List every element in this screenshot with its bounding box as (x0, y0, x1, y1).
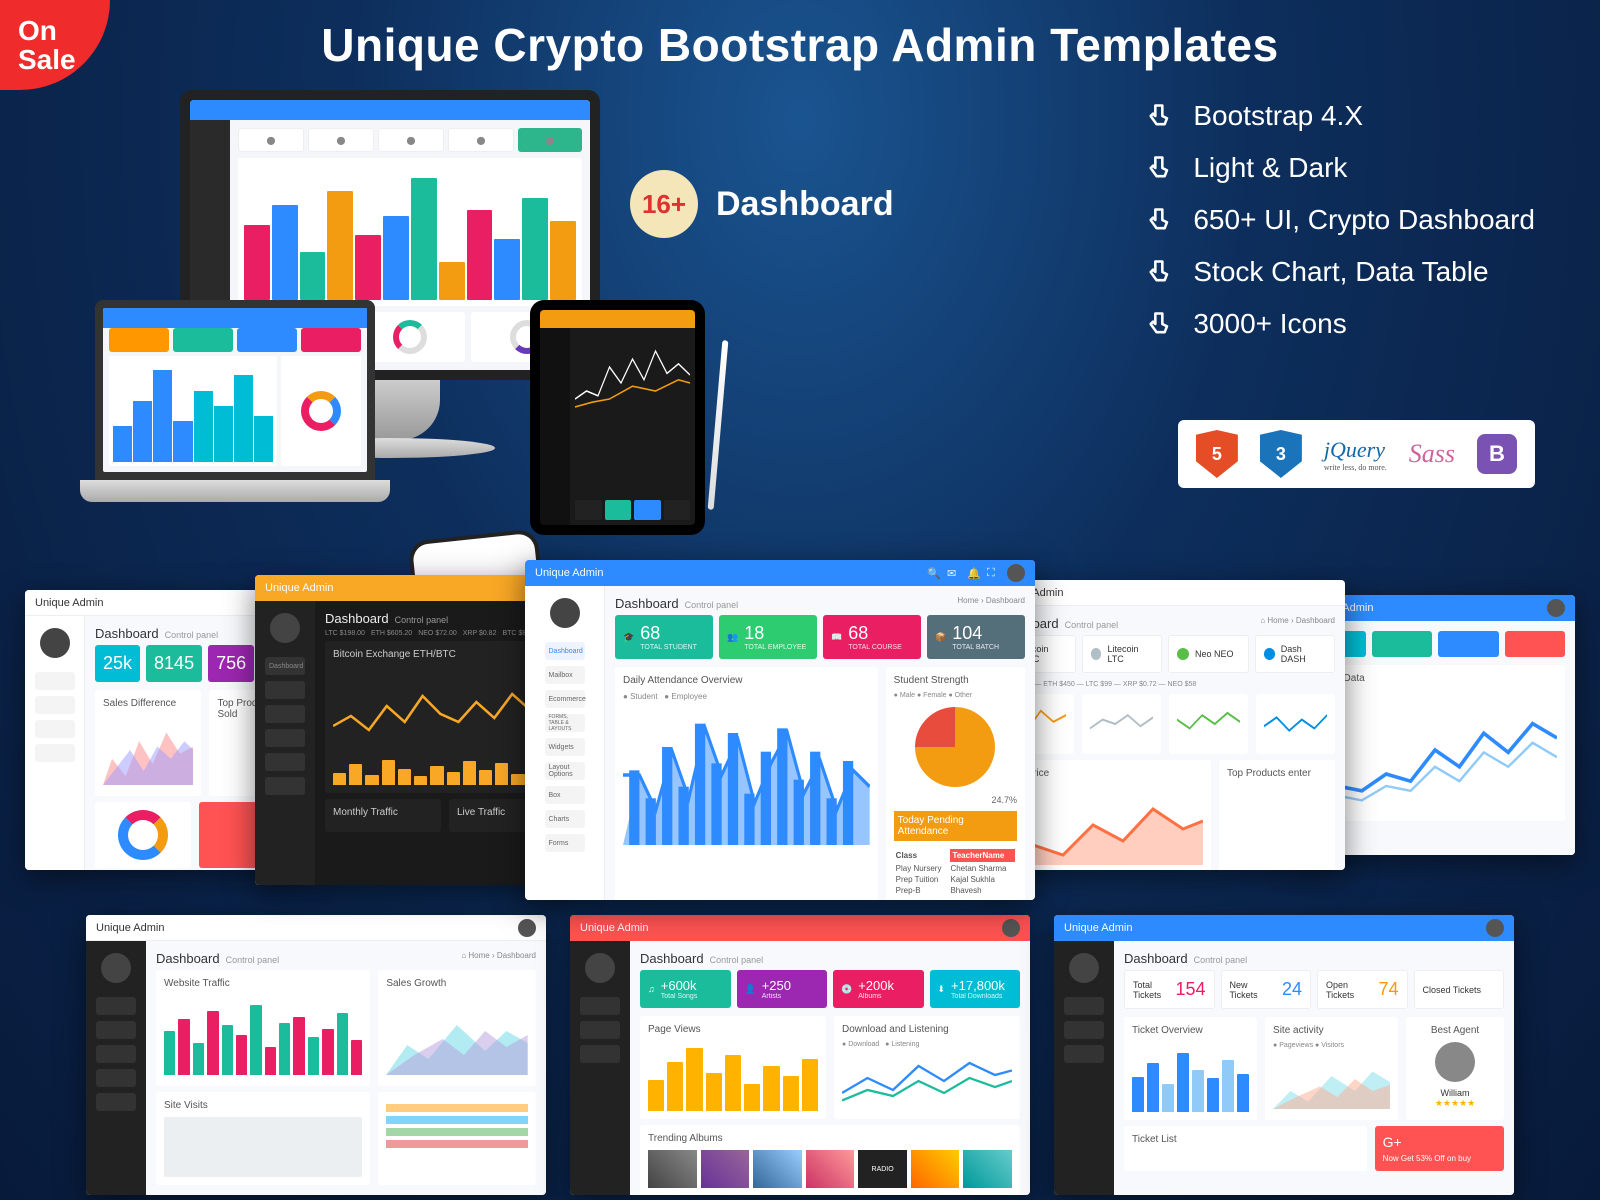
panel-title: Site Visits (164, 1100, 362, 1111)
device-showcase: ⬤⬤⬤⬤⬤ (80, 90, 680, 520)
jquery-logo-tagline: write less, do more. (1324, 463, 1387, 472)
page-title: Unique Crypto Bootstrap Admin Templates (0, 18, 1600, 72)
tech-logos: 5 3 jQuery write less, do more. Sass B (1178, 420, 1535, 488)
feature-text: 3000+ Icons (1193, 308, 1346, 340)
feature-list: Bootstrap 4.X Light & Dark 650+ UI, Cryp… (1145, 100, 1535, 340)
feature-item: Stock Chart, Data Table (1145, 256, 1535, 288)
fullscreen-icon: ⛶ (987, 567, 999, 579)
dashboard-count-label: Dashboard (716, 185, 894, 224)
jquery-logo: jQuery write less, do more. (1324, 437, 1387, 472)
pointer-icon (1145, 153, 1175, 183)
thumb-heading: Dashboard (95, 626, 159, 641)
panel-title: Sales Growth (386, 978, 528, 989)
feature-text: Light & Dark (1193, 152, 1347, 184)
html5-logo: 5 (1196, 430, 1238, 478)
bell-icon: 🔔 (967, 567, 979, 579)
agent-name: William (1414, 1088, 1496, 1098)
mail-icon: ✉ (947, 567, 959, 579)
avatar (1002, 919, 1020, 937)
sidebar-item: Widgets (545, 738, 585, 756)
feature-text: Bootstrap 4.X (1193, 100, 1363, 132)
feature-text: Stock Chart, Data Table (1193, 256, 1488, 288)
thumb-brand: Unique Admin (35, 597, 104, 609)
promo-text: Now Get 53% Off on buy (1383, 1154, 1496, 1163)
pie-value: 24.7% (894, 795, 1017, 805)
sidebar-item: Charts (545, 810, 585, 828)
thumb-music-dashboard: Unique Admin DashboardControl panel ♫+60… (570, 915, 1030, 1195)
sidebar-section: FORMS, TABLE & LAYOUTS (545, 714, 585, 732)
panel-title: Bitcoin Exchange ETH/BTC (333, 649, 557, 660)
panel-title: Daily Attendance Overview (623, 675, 870, 686)
panel-title: Website Traffic (164, 978, 362, 989)
sidebar-item: Mailbox (545, 666, 585, 684)
feature-item: 3000+ Icons (1145, 308, 1535, 340)
crypto-ticker: BTC $6,879 — ETH $450 — LTC $99 — XRP $0… (995, 681, 1335, 688)
avatar (1547, 599, 1565, 617)
thumbnail-row-2: Unique Admin DashboardControl panel ⌂ Ho… (0, 915, 1600, 1195)
sass-logo: Sass (1409, 439, 1455, 469)
panel-title: Ticket List (1132, 1134, 1359, 1145)
bootstrap-logo: B (1477, 434, 1517, 474)
avatar (1007, 564, 1025, 582)
pointer-icon (1145, 101, 1175, 131)
avatar (1486, 919, 1504, 937)
onsale-line1: On (18, 16, 57, 45)
thumb-brand: Unique Admin (265, 582, 334, 594)
search-icon: 🔍 (927, 567, 939, 579)
feature-text: 650+ UI, Crypto Dashboard (1193, 204, 1535, 236)
thumb-brand: Unique Admin (535, 567, 604, 579)
onsale-line2: Sale (18, 45, 76, 74)
thumbnail-row-1: Unique Admin DashboardControl panel 25k … (0, 560, 1600, 900)
tablet (530, 300, 705, 535)
feature-item: Light & Dark (1145, 152, 1535, 184)
sidebar-item: Ecommerce (545, 690, 585, 708)
panel-title: Ticket Overview (1132, 1025, 1249, 1036)
avatar (518, 919, 536, 937)
laptop (95, 300, 375, 480)
pointer-icon (1145, 257, 1175, 287)
thumb-school-dashboard: Unique Admin 🔍 ✉ 🔔 ⛶ Dashboard Mailbox E… (525, 560, 1035, 900)
thumb-tickets: Unique Admin DashboardControl panel Tota… (1054, 915, 1514, 1195)
onsale-badge: On Sale (0, 0, 110, 90)
feature-item: 650+ UI, Crypto Dashboard (1145, 204, 1535, 236)
sidebar-item: Layout Options (545, 762, 585, 780)
panel-title: Morris Data (1313, 673, 1557, 684)
css3-logo: 3 (1260, 430, 1302, 478)
jquery-logo-text: jQuery (1324, 437, 1385, 462)
sidebar-item: Dashboard (545, 642, 585, 660)
pointer-icon (1145, 205, 1175, 235)
panel-title: Student Strength (894, 675, 1017, 686)
sidebar-item: Forms (545, 834, 585, 852)
panel-title: Sales Difference (103, 698, 193, 709)
panel-title: Download and Listening (842, 1024, 1012, 1035)
sidebar-item: Box (545, 786, 585, 804)
panel-title: Site activity (1273, 1025, 1390, 1036)
thumb-crypto-coins: Unique Admin DashboardControl panel ⌂ Ho… (985, 580, 1345, 870)
panel-title: Trending Albums (648, 1133, 1012, 1144)
feature-item: Bootstrap 4.X (1145, 100, 1535, 132)
panel-title: Page Views (648, 1024, 818, 1035)
pointer-icon (1145, 309, 1175, 339)
stylus-pen (708, 340, 729, 510)
panel-title: Best Agent (1414, 1025, 1496, 1036)
thumb-website-traffic: Unique Admin DashboardControl panel ⌂ Ho… (86, 915, 546, 1195)
